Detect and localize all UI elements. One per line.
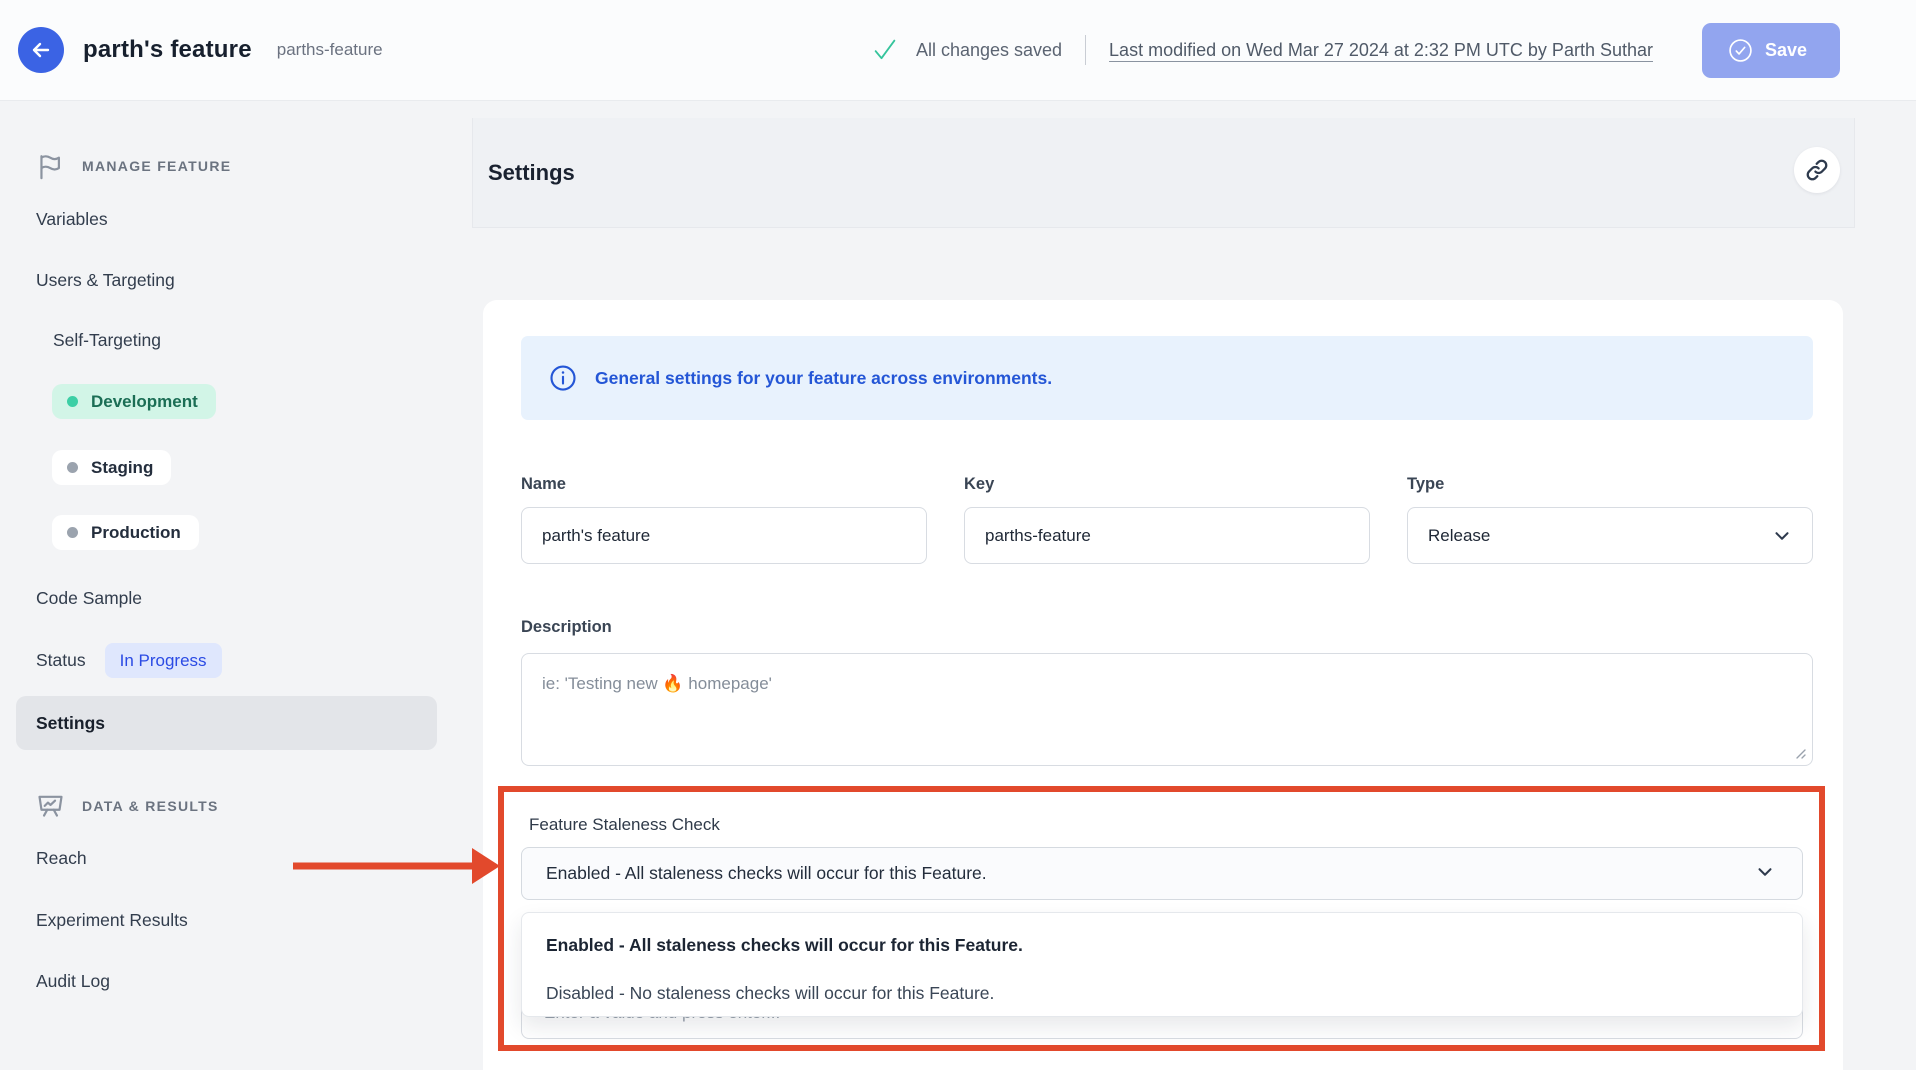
saved-status-text: All changes saved <box>916 40 1062 61</box>
info-icon <box>548 363 578 393</box>
env-dot-development <box>67 396 78 407</box>
env-production-label: Production <box>91 523 181 543</box>
staleness-highlight-box: Feature Staleness Check Enabled - All st… <box>498 786 1825 1051</box>
key-input[interactable] <box>964 507 1370 564</box>
status-badge[interactable]: In Progress <box>105 643 222 678</box>
data-results-section: DATA & RESULTS <box>0 791 472 821</box>
type-select[interactable]: Release <box>1407 507 1813 564</box>
staleness-select-value: Enabled - All staleness checks will occu… <box>546 863 987 884</box>
page-title: parth's feature <box>83 36 252 64</box>
top-bar: parth's feature parths-feature All chang… <box>0 0 1916 101</box>
save-button[interactable]: Save <box>1702 23 1840 78</box>
name-input[interactable] <box>521 507 927 564</box>
staleness-select[interactable]: Enabled - All staleness checks will occu… <box>521 847 1803 900</box>
key-label: Key <box>964 475 1370 494</box>
main-content: Settings General settings for your featu… <box>472 101 1916 1070</box>
sidebar-env-production[interactable]: Production <box>52 515 199 550</box>
sidebar-env-development[interactable]: Development <box>52 384 216 419</box>
type-select-value: Release <box>1428 526 1490 546</box>
presentation-chart-icon <box>35 791 66 822</box>
topbar-right-group: All changes saved Last modified on Wed M… <box>871 23 1840 78</box>
check-icon <box>871 36 899 64</box>
staleness-option-enabled[interactable]: Enabled - All staleness checks will occu… <box>522 921 1802 969</box>
manage-feature-section: MANAGE FEATURE <box>0 151 472 181</box>
last-modified-link[interactable]: Last modified on Wed Mar 27 2024 at 2:32… <box>1109 40 1653 61</box>
status-label: Status <box>36 649 86 672</box>
staleness-label: Feature Staleness Check <box>529 815 1803 835</box>
data-results-header-label: DATA & RESULTS <box>82 798 219 814</box>
type-field-group: Type Release <box>1407 475 1813 564</box>
sidebar-settings-label: Settings <box>36 713 105 734</box>
info-banner: General settings for your feature across… <box>521 336 1813 420</box>
description-textarea[interactable] <box>521 653 1813 766</box>
sidebar-status-row: Status In Progress <box>0 643 472 678</box>
settings-card: General settings for your feature across… <box>483 300 1843 1070</box>
sidebar-item-reach[interactable]: Reach <box>0 847 472 870</box>
description-field-group: Description <box>521 618 1813 766</box>
env-development-label: Development <box>91 392 198 412</box>
link-icon <box>1804 157 1830 183</box>
sidebar-item-self-targeting[interactable]: Self-Targeting <box>0 329 472 352</box>
key-field-group: Key <box>964 475 1370 564</box>
sidebar-item-code-sample[interactable]: Code Sample <box>0 587 472 610</box>
chevron-down-icon <box>1754 861 1776 883</box>
sidebar-env-staging[interactable]: Staging <box>52 450 171 485</box>
sidebar-item-audit-log[interactable]: Audit Log <box>0 970 472 993</box>
copy-link-button[interactable] <box>1794 147 1840 193</box>
env-dot-production <box>67 527 78 538</box>
arrow-left-icon <box>29 38 53 62</box>
name-field-group: Name <box>521 475 927 564</box>
app-root: parth's feature parths-feature All chang… <box>0 0 1916 1070</box>
staleness-dropdown: Enabled - All staleness checks will occu… <box>521 912 1803 1017</box>
sidebar-item-settings[interactable]: Settings <box>16 696 437 750</box>
fields-row: Name Key Type Release <box>521 475 1813 564</box>
sidebar: MANAGE FEATURE Variables Users & Targeti… <box>0 101 472 1070</box>
info-banner-text: General settings for your feature across… <box>595 368 1052 389</box>
flag-icon <box>35 151 66 182</box>
env-dot-staging <box>67 462 78 473</box>
feature-key: parths-feature <box>277 40 383 60</box>
back-button[interactable] <box>18 27 64 73</box>
staleness-option-disabled[interactable]: Disabled - No staleness checks will occu… <box>522 969 1802 1017</box>
name-label: Name <box>521 475 927 494</box>
sidebar-item-users-targeting[interactable]: Users & Targeting <box>0 269 472 292</box>
manage-feature-header-label: MANAGE FEATURE <box>82 158 231 174</box>
type-label: Type <box>1407 475 1813 494</box>
env-staging-label: Staging <box>91 458 153 478</box>
sidebar-item-experiment-results[interactable]: Experiment Results <box>0 909 472 932</box>
divider <box>1085 35 1086 65</box>
saved-status: All changes saved <box>871 36 1062 64</box>
settings-panel-header: Settings <box>472 118 1855 228</box>
description-label: Description <box>521 618 1813 637</box>
settings-panel-title: Settings <box>488 160 575 186</box>
save-button-label: Save <box>1765 40 1807 61</box>
check-circle-icon <box>1728 38 1753 63</box>
sidebar-item-variables[interactable]: Variables <box>0 208 472 231</box>
